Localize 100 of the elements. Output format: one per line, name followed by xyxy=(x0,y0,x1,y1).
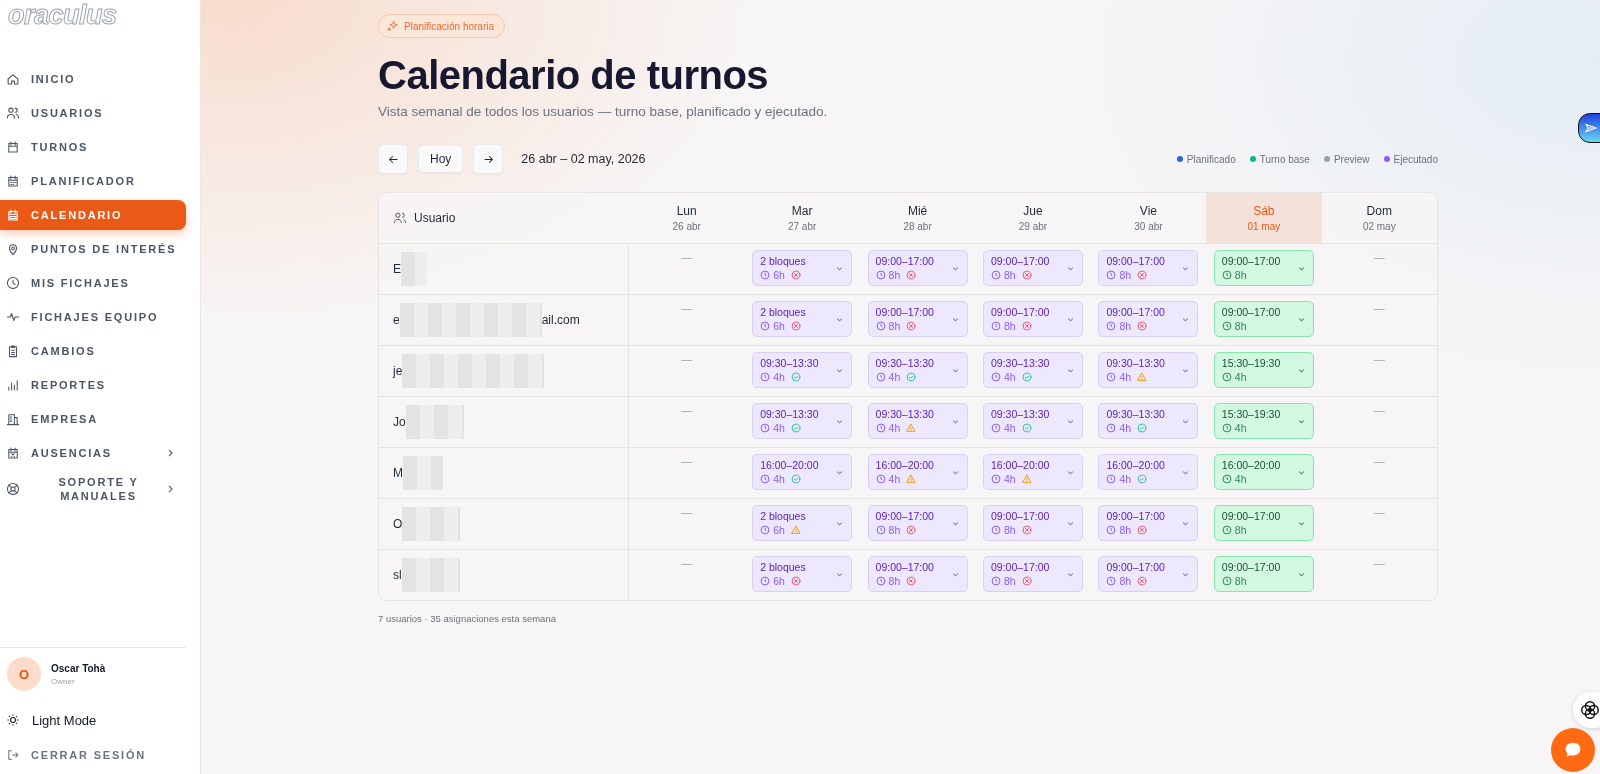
clock-icon xyxy=(1221,474,1232,484)
clock-icon xyxy=(875,423,886,433)
shift-chip[interactable]: 09:30–13:30 4h xyxy=(752,352,853,388)
summary-text: 7 usuarios · 35 asignaciones esta semana xyxy=(378,613,557,624)
shift-chip[interactable]: 15:30–19:30 4h xyxy=(1213,403,1314,439)
day-header: Lun 26 abr xyxy=(671,203,702,234)
shift-chip[interactable]: 09:30–13:30 4h xyxy=(752,403,853,439)
clock-icon xyxy=(875,372,886,382)
nav-item[interactable]: EMPRESA xyxy=(0,404,186,434)
nav-item[interactable]: USUARIOS xyxy=(0,98,186,128)
shift-chip[interactable]: 2 bloques 6h xyxy=(752,250,853,286)
clock-icon xyxy=(875,321,886,331)
shift-chip[interactable]: 09:00–17:00 8h xyxy=(983,556,1083,592)
day-header: Sáb 01 may xyxy=(1206,193,1322,243)
clock-icon xyxy=(1106,372,1117,382)
clock-icon xyxy=(760,474,771,484)
clock-icon xyxy=(1221,525,1232,535)
shift-chip[interactable]: 16:00–20:00 4h xyxy=(983,454,1083,490)
empty-mark: — xyxy=(681,556,693,571)
shift-chip[interactable]: 09:00–17:00 8h xyxy=(867,301,968,337)
shift-chip[interactable]: 09:00–17:00 8h xyxy=(1098,556,1199,592)
empty-mark: — xyxy=(681,505,693,520)
shift-chip[interactable]: 2 bloques 6h xyxy=(752,301,853,337)
clock-icon xyxy=(760,270,771,280)
legend-label: Preview xyxy=(1333,153,1370,165)
shift-chip[interactable]: 09:00–17:00 8h xyxy=(983,301,1083,337)
shift-chip[interactable]: 09:30–13:30 4h xyxy=(983,352,1083,388)
day-header: Mié 28 abr xyxy=(902,203,933,234)
previous-week-button[interactable] xyxy=(378,144,408,174)
next-week-button[interactable] xyxy=(473,144,504,174)
empty-mark: — xyxy=(1373,352,1385,367)
clock-icon xyxy=(760,525,771,535)
shift-chip[interactable]: 09:00–17:00 8h xyxy=(867,250,968,286)
empty-mark: — xyxy=(1373,403,1385,418)
shift-chip[interactable]: 09:00–17:00 8h xyxy=(1213,505,1314,541)
page-subtitle: Vista semanal de todos los usuarios — turno base, planificado y ejecutado. xyxy=(378,104,829,119)
shift-chip[interactable]: 09:30–13:30 4h xyxy=(1098,352,1199,388)
clock-icon xyxy=(991,372,1001,382)
clock-icon xyxy=(875,576,886,586)
shift-chip[interactable]: 09:00–17:00 8h xyxy=(1098,505,1199,541)
shift-chip[interactable]: 09:30–13:30 4h xyxy=(867,403,968,439)
nav-icon xyxy=(6,378,20,392)
nav-icon xyxy=(6,344,20,358)
shift-chip[interactable]: 16:00–20:00 4h xyxy=(867,454,968,490)
empty-mark: — xyxy=(1373,250,1385,265)
shift-chip[interactable]: 09:30–13:30 4h xyxy=(867,352,968,388)
clock-icon xyxy=(1221,372,1232,382)
nav-item[interactable]: CALENDARIO xyxy=(0,200,186,230)
day-header: Jue 29 abr xyxy=(1017,203,1049,234)
nav-item[interactable]: INICIO xyxy=(0,64,186,94)
sparkle-icon xyxy=(387,20,399,32)
shift-chip[interactable]: 09:00–17:00 8h xyxy=(1213,250,1314,286)
nav-item[interactable]: FICHAJES EQUIPO xyxy=(0,302,186,332)
send-icon xyxy=(1584,121,1598,135)
shift-chip[interactable]: 09:00–17:00 8h xyxy=(983,250,1083,286)
nav-item[interactable]: MIS FICHAJES xyxy=(0,268,186,298)
nav-icon xyxy=(6,412,20,426)
clock-icon xyxy=(1106,474,1117,484)
empty-mark: — xyxy=(681,454,693,469)
shift-chip[interactable]: 09:00–17:00 8h xyxy=(867,556,968,592)
shift-chip[interactable]: 2 bloques 6h xyxy=(752,505,853,541)
user-cell: je xyxy=(393,354,545,388)
nav-icon xyxy=(6,276,20,290)
shift-chip[interactable]: 09:30–13:30 4h xyxy=(1098,403,1199,439)
day-header: Mar 27 abr xyxy=(786,203,818,234)
shift-chip[interactable]: 09:00–17:00 8h xyxy=(867,505,968,541)
knot-icon xyxy=(1579,699,1600,721)
clock-icon xyxy=(1106,525,1117,535)
nav-item[interactable]: REPORTES xyxy=(0,370,186,400)
shift-chip[interactable]: 09:00–17:00 8h xyxy=(983,505,1083,541)
nav-item[interactable]: PUNTOS DE INTERÉS xyxy=(0,234,186,264)
clock-icon xyxy=(760,576,771,586)
shift-chip[interactable]: 15:30–19:30 4h xyxy=(1213,352,1314,388)
nav-item[interactable]: CAMBIOS xyxy=(0,336,186,366)
nav-item[interactable]: PLANIFICADOR xyxy=(0,166,186,196)
shift-chip[interactable]: 09:00–17:00 8h xyxy=(1213,301,1314,337)
today-button[interactable]: Hoy xyxy=(418,145,464,173)
user-name: Oscar Tohà xyxy=(51,662,106,674)
nav-item[interactable]: SOPORTE Y MANUALES xyxy=(0,472,186,506)
clock-icon xyxy=(1221,270,1232,280)
avatar: O xyxy=(7,657,41,691)
nav-item[interactable]: TURNOS xyxy=(0,132,186,162)
user-cell: e ail.com xyxy=(393,303,580,337)
logout-link[interactable]: CERRAR SESIÓN xyxy=(0,740,186,770)
shift-chip[interactable]: 16:00–20:00 4h xyxy=(1213,454,1314,490)
shift-chip[interactable]: 16:00–20:00 4h xyxy=(752,454,853,490)
clock-icon xyxy=(1221,321,1232,331)
shift-chip[interactable]: 16:00–20:00 4h xyxy=(1098,454,1199,490)
day-header: Dom 02 may xyxy=(1361,203,1397,234)
empty-mark: — xyxy=(681,301,693,316)
date-range: 26 abr – 02 may, 2026 xyxy=(521,152,646,166)
clock-icon xyxy=(1106,576,1117,586)
shift-chip[interactable]: 09:00–17:00 8h xyxy=(1098,250,1199,286)
shift-chip[interactable]: 09:00–17:00 8h xyxy=(1098,301,1199,337)
clock-icon xyxy=(875,474,886,484)
shift-chip[interactable]: 2 bloques 6h xyxy=(752,556,853,592)
shift-chip[interactable]: 09:30–13:30 4h xyxy=(983,403,1083,439)
nav-item[interactable]: AUSENCIAS xyxy=(0,438,186,468)
theme-toggle[interactable]: Light Mode xyxy=(0,704,186,736)
shift-chip[interactable]: 09:00–17:00 8h xyxy=(1213,556,1314,592)
